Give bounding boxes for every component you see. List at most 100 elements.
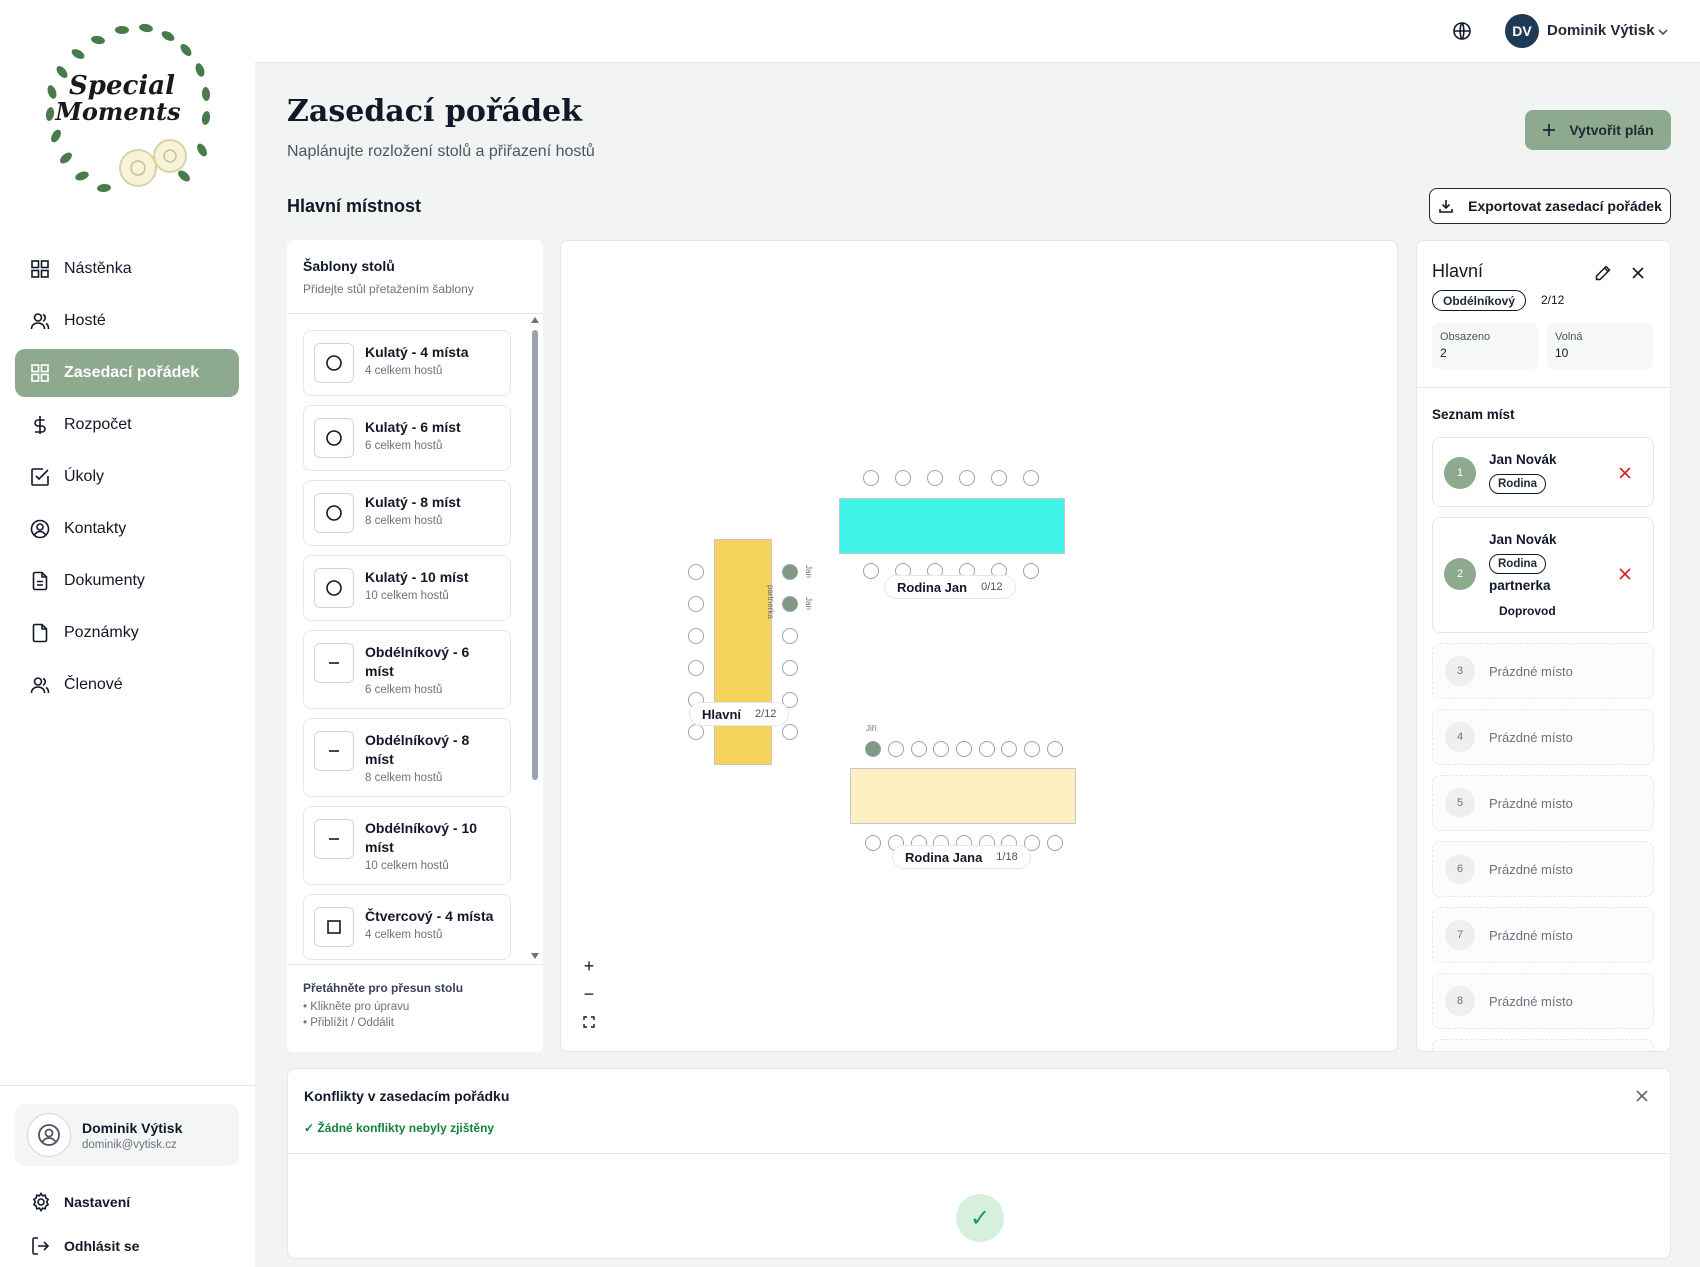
sidebar-item-members[interactable]: Členové: [15, 661, 239, 709]
user-card[interactable]: Dominik Výtisk dominik@vytisk.cz: [15, 1104, 239, 1166]
rect-table-icon: [314, 731, 354, 771]
seat[interactable]: [888, 741, 904, 757]
seat[interactable]: [895, 470, 911, 486]
logout-link[interactable]: Odhlásit se: [31, 1236, 139, 1256]
seat[interactable]: [956, 741, 972, 757]
seat[interactable]: [1024, 741, 1040, 757]
seat[interactable]: [782, 724, 798, 740]
seat[interactable]: [979, 741, 995, 757]
scroll-down-icon[interactable]: [530, 952, 540, 960]
empty-seat-slot[interactable]: 5 Prázdné místo: [1432, 775, 1654, 831]
template-card[interactable]: Kulatý - 8 míst 8 celkem hostů: [303, 480, 511, 546]
seat-number: 2: [1444, 558, 1476, 590]
table-rect[interactable]: [714, 539, 772, 765]
sidebar-item-label: Hosté: [64, 312, 106, 329]
empty-seat-slot[interactable]: 6 Prázdné místo: [1432, 841, 1654, 897]
globe-icon[interactable]: [1451, 20, 1473, 42]
seat-occupied[interactable]: [865, 741, 881, 757]
seat-slot[interactable]: 1 Jan Novák Rodina: [1432, 437, 1654, 507]
special-moments-logo[interactable]: Special Moments: [26, 16, 230, 220]
seat-occupied[interactable]: [782, 564, 798, 580]
logout-icon: [32, 1237, 50, 1255]
seat[interactable]: [688, 564, 704, 580]
seat[interactable]: [991, 470, 1007, 486]
empty-seat-slot[interactable]: 3 Prázdné místo: [1432, 643, 1654, 699]
template-card[interactable]: Obdélníkový - 10 míst 10 celkem hostů: [303, 806, 511, 885]
seat[interactable]: [1023, 563, 1039, 579]
seat[interactable]: [688, 628, 704, 644]
sidebar-item-budget[interactable]: Rozpočet: [15, 401, 239, 449]
table-label[interactable]: Rodina Jan 0/12: [884, 575, 1016, 599]
seat-occupied[interactable]: [782, 596, 798, 612]
fit-view-button[interactable]: [576, 1010, 602, 1034]
table-capacity: 2/12: [1541, 293, 1565, 307]
dashboard-icon: [31, 260, 49, 278]
zoom-controls: + −: [576, 954, 602, 1034]
seat[interactable]: [1001, 741, 1017, 757]
seat[interactable]: [959, 470, 975, 486]
seat[interactable]: [1047, 835, 1063, 851]
seat[interactable]: [688, 660, 704, 676]
remove-guest-icon[interactable]: [1618, 567, 1632, 581]
sidebar-item-seating[interactable]: Zasedací pořádek: [15, 349, 239, 397]
seat-guest-label: Jan: [804, 597, 813, 610]
seat[interactable]: [782, 628, 798, 644]
close-icon[interactable]: [1629, 264, 1647, 282]
seat-guest-label: Jan: [804, 565, 813, 578]
sidebar-item-notes[interactable]: Poznámky: [15, 609, 239, 657]
seat-number: 8: [1445, 986, 1475, 1016]
template-card[interactable]: Obdélníkový - 6 míst 6 celkem hostů: [303, 630, 511, 709]
contact-icon: [30, 519, 50, 539]
seat-slot[interactable]: 2 Jan Novák Rodina partnerka Doprovod: [1432, 517, 1654, 633]
templates-scrollbar[interactable]: [530, 316, 540, 960]
zoom-in-button[interactable]: +: [576, 954, 602, 978]
scroll-thumb[interactable]: [532, 330, 538, 780]
pencil-icon[interactable]: [1594, 264, 1612, 282]
template-card[interactable]: Kulatý - 4 místa 4 celkem hostů: [303, 330, 511, 396]
seat[interactable]: [911, 741, 927, 757]
scroll-up-icon[interactable]: [530, 316, 540, 324]
companion-name: partnerka: [1489, 578, 1551, 593]
settings-link[interactable]: Nastavení: [31, 1192, 130, 1212]
seat[interactable]: [1023, 470, 1039, 486]
zoom-out-button[interactable]: −: [576, 982, 602, 1006]
table-rect[interactable]: [850, 768, 1076, 824]
template-capacity: 10 celkem hostů: [365, 860, 449, 872]
empty-seat-slot[interactable]: 7 Prázdné místo: [1432, 907, 1654, 963]
seat[interactable]: [863, 470, 879, 486]
remove-guest-icon[interactable]: [1618, 466, 1632, 480]
table-label[interactable]: Rodina Jana 1/18: [892, 845, 1031, 869]
sidebar-item-tasks[interactable]: Úkoly: [15, 453, 239, 501]
template-card[interactable]: Čtvercový - 4 místa 4 celkem hostů: [303, 894, 511, 960]
create-plan-button[interactable]: Vytvořit plán: [1525, 110, 1671, 150]
user-avatar[interactable]: DV: [1505, 14, 1539, 48]
export-seating-button[interactable]: Exportovat zasedací pořádek: [1429, 188, 1671, 224]
user-menu-name[interactable]: Dominik Výtisk: [1547, 22, 1655, 39]
seat[interactable]: [933, 741, 949, 757]
template-card[interactable]: Obdélníkový - 8 míst 8 celkem hostů: [303, 718, 511, 797]
seat[interactable]: [688, 724, 704, 740]
close-icon[interactable]: [1634, 1088, 1650, 1104]
seat[interactable]: [927, 470, 943, 486]
empty-seat-slot[interactable]: 4 Prázdné místo: [1432, 709, 1654, 765]
empty-seat-slot[interactable]: [1432, 1039, 1654, 1051]
seat[interactable]: [688, 596, 704, 612]
sidebar-item-guests[interactable]: Hosté: [15, 297, 239, 345]
seating-canvas[interactable]: Rodina Jan 0/12 Jan Jan partnerka Hlavní…: [560, 240, 1398, 1052]
sidebar-item-dashboard[interactable]: Nástěnka: [15, 245, 239, 293]
template-card[interactable]: Kulatý - 6 míst 6 celkem hostů: [303, 405, 511, 471]
occupied-stat: Obsazeno 2: [1432, 323, 1538, 369]
seat[interactable]: [865, 835, 881, 851]
table-label[interactable]: Hlavní 2/12: [689, 702, 790, 726]
hint-title: Přetáhněte pro přesun stolu: [303, 981, 464, 995]
sidebar-item-label: Dokumenty: [64, 572, 145, 589]
sidebar-item-contacts[interactable]: Kontakty: [15, 505, 239, 553]
chevron-down-icon[interactable]: [1656, 25, 1670, 39]
empty-seat-slot[interactable]: 8 Prázdné místo: [1432, 973, 1654, 1029]
template-card[interactable]: Kulatý - 10 míst 10 celkem hostů: [303, 555, 511, 621]
seat[interactable]: [782, 660, 798, 676]
seat[interactable]: [863, 563, 879, 579]
seat[interactable]: [1047, 741, 1063, 757]
sidebar-item-documents[interactable]: Dokumenty: [15, 557, 239, 605]
table-rect[interactable]: [839, 498, 1065, 554]
